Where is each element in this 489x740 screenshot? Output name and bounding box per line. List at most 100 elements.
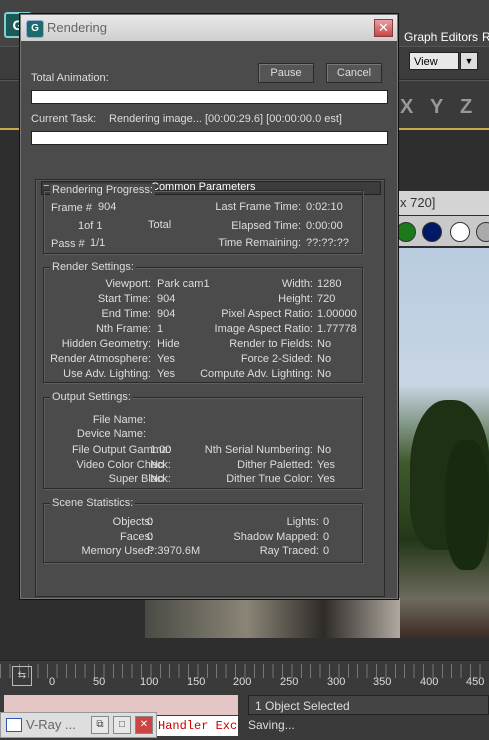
render-setting-label: Viewport:	[105, 278, 151, 290]
render-setting-label: Width:	[281, 278, 313, 290]
timeline-tick-label: 0	[49, 676, 56, 688]
render-setting-value: No	[317, 338, 332, 350]
timeline-tick-label: 400	[420, 676, 439, 688]
scene-statistic-label: Lights:	[286, 516, 319, 528]
output-setting-label: Nth Serial Numbering:	[204, 444, 313, 456]
axis-y-button[interactable]: Y	[430, 96, 443, 119]
restore-icon[interactable]: ⧉	[91, 716, 109, 734]
scene-statistic-label: Objects:	[112, 516, 153, 528]
green-channel-icon[interactable]	[396, 222, 416, 242]
time-remaining-label: Time Remaining:	[218, 237, 301, 249]
render-setting-value: 1.00000	[317, 308, 357, 320]
last-frame-time-value: 0:02:10	[306, 201, 343, 213]
timeline-tick-label: 350	[373, 676, 392, 688]
scene-statistic-label: Ray Traced:	[259, 545, 319, 557]
timeline-tick-label: 50	[93, 676, 106, 688]
pause-button[interactable]: Pause	[258, 63, 314, 83]
group-title: Render Settings:	[50, 261, 136, 273]
dialog-body: Total Animation: Pause Cancel Current Ta…	[21, 41, 397, 598]
render-setting-label: Force 2-Sided:	[240, 353, 313, 365]
time-configuration-icon[interactable]: ⇆	[12, 666, 32, 686]
render-setting-label: Render Atmosphere:	[50, 353, 151, 365]
scene-statistic-label: Memory Used:	[81, 545, 153, 557]
file-name-label: File Name:	[92, 414, 146, 426]
render-setting-value: No	[317, 368, 332, 380]
render-setting-label: Hidden Geometry:	[61, 338, 151, 350]
last-frame-time-label: Last Frame Time:	[215, 201, 301, 213]
output-setting-label: Dither True Color:	[226, 473, 313, 485]
output-setting-value: No	[317, 444, 332, 456]
rendered-image-tree	[445, 440, 489, 570]
total-label: Total	[148, 219, 172, 231]
timeline-tick-label: 200	[233, 676, 252, 688]
window-icon	[6, 718, 22, 732]
scene-statistic-value: 0	[323, 545, 330, 557]
render-setting-label: Nth Frame:	[95, 323, 151, 335]
timeline-tick-label: 100	[140, 676, 159, 688]
mono-channel-icon[interactable]	[476, 222, 489, 242]
app-icon: G	[26, 20, 44, 38]
elapsed-time-label: Elapsed Time:	[231, 220, 301, 232]
render-setting-value: 1.77778	[317, 323, 357, 335]
timeline-tick-label: 250	[280, 676, 299, 688]
timeline-tick-label: 300	[327, 676, 346, 688]
render-setting-value: No	[317, 353, 332, 365]
elapsed-time-value: 0:00:00	[306, 220, 343, 232]
render-setting-label: Pixel Aspect Ratio:	[221, 308, 313, 320]
dialog-titlebar[interactable]: G Rendering ✕	[21, 15, 397, 41]
rendered-image-strip	[145, 598, 400, 638]
render-setting-label: Render to Fields:	[229, 338, 313, 350]
current-task-label: Current Task:	[31, 113, 97, 125]
scene-statistic-value: 0	[323, 530, 330, 543]
scene-statistic-label: Faces:	[119, 530, 153, 543]
output-setting-value: Yes	[317, 458, 335, 471]
render-setting-label: Image Aspect Ratio:	[214, 323, 313, 335]
scene-statistic-value: 0	[323, 516, 330, 528]
vray-minimized-window[interactable]: V-Ray ... ⧉ □ ✕	[0, 712, 157, 738]
render-setting-label: Use Adv. Lighting:	[63, 368, 151, 380]
vray-window-title: V-Ray ...	[26, 717, 76, 732]
dialog-title: Rendering	[47, 20, 107, 35]
render-setting-label: Compute Adv. Lighting:	[200, 368, 313, 380]
chevron-down-icon[interactable]: ▼	[460, 52, 478, 70]
pass-value: 1/1	[90, 237, 106, 249]
group-title: Output Settings:	[50, 391, 133, 403]
blue-channel-icon[interactable]	[422, 222, 442, 242]
device-name-label: Device Name:	[76, 428, 146, 440]
frame-count-value: 1of 1	[78, 220, 103, 232]
time-remaining-value: ??:??:??	[306, 237, 349, 249]
rendering-dialog: G Rendering ✕ Total Animation: Pause Can…	[19, 13, 399, 600]
render-setting-label: End Time:	[101, 308, 151, 320]
close-icon[interactable]: ✕	[374, 19, 393, 37]
axis-z-button[interactable]: Z	[460, 96, 472, 119]
alpha-channel-icon[interactable]	[450, 222, 470, 242]
group-title: Rendering Progress:	[50, 184, 155, 196]
current-task-progress-bar	[31, 131, 388, 145]
frame-label: Frame #	[51, 202, 92, 214]
output-setting-label: Dither Paletted:	[237, 458, 313, 471]
render-setting-value: 720	[317, 293, 336, 305]
maximize-icon[interactable]: □	[113, 716, 131, 734]
menu-rendering[interactable]: R	[482, 30, 489, 44]
total-animation-label: Total Animation:	[31, 72, 109, 84]
frame-value: 904	[98, 201, 117, 213]
total-animation-progress-bar	[31, 90, 388, 104]
render-setting-value: 1280	[317, 278, 342, 290]
render-setting-label: Start Time:	[97, 293, 151, 305]
reference-coordinate-select[interactable]: View	[409, 52, 459, 70]
current-task-value: Rendering image... [00:00:29.6] [00:00:0…	[109, 113, 342, 125]
cancel-button[interactable]: Cancel	[326, 63, 382, 83]
timeline-tick-label: 150	[187, 676, 206, 688]
pass-label: Pass #	[51, 238, 85, 250]
frame-buffer-title: x 720]	[398, 191, 489, 215]
close-icon[interactable]: ✕	[135, 716, 153, 734]
render-setting-label: Height:	[278, 293, 313, 305]
scene-statistic-label: Shadow Mapped:	[233, 530, 319, 543]
axis-x-button[interactable]: X	[400, 96, 413, 119]
selection-status: 1 Object Selected	[248, 695, 489, 715]
group-title: Scene Statistics:	[50, 497, 136, 509]
output-setting-value: Yes	[317, 473, 335, 485]
menu-graph-editors[interactable]: Graph Editors	[404, 30, 478, 44]
timeline-tick-label: 450	[466, 676, 485, 688]
prompt-line: Saving...	[248, 718, 295, 732]
